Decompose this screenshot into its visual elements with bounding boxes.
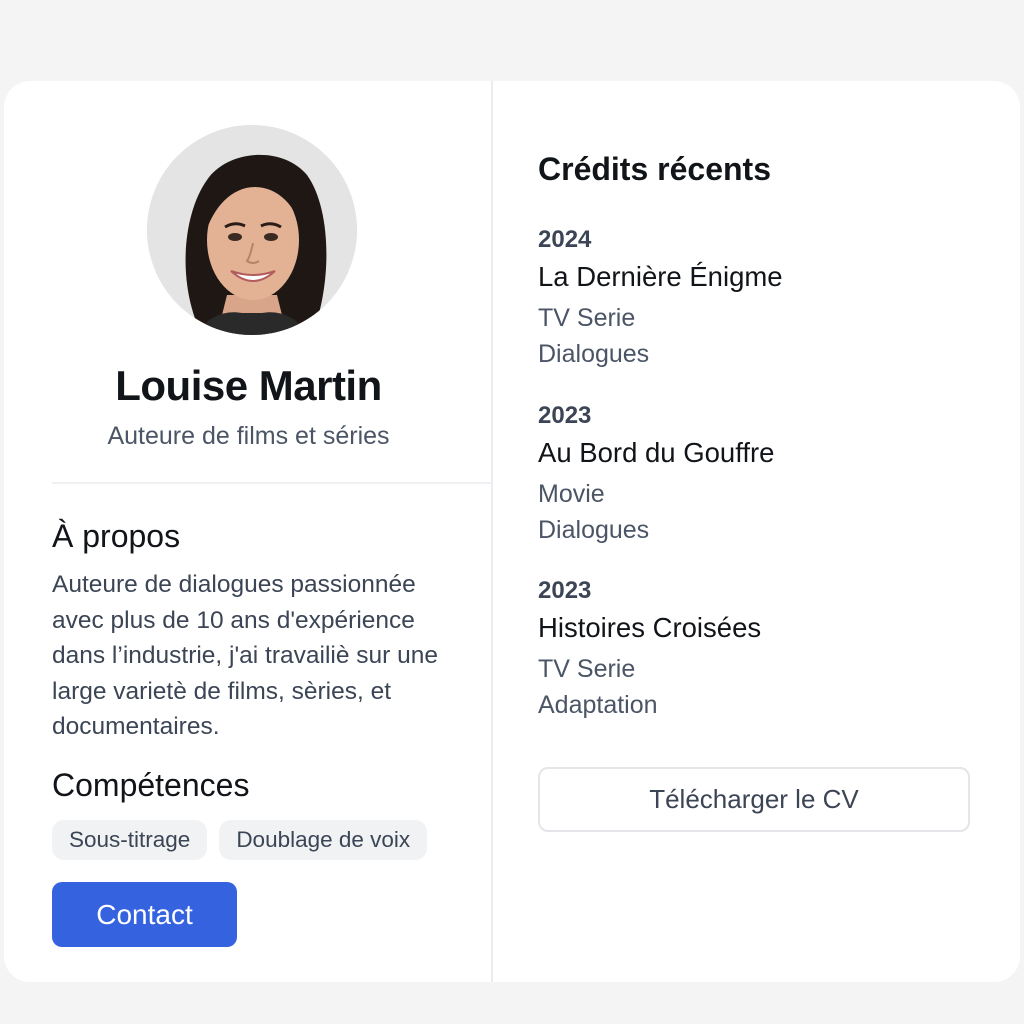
credit-job: Adaptation (538, 691, 658, 719)
about-text: Auteure de dialogues passionnée avec plu… (52, 571, 438, 740)
skill-chip: Sous-titrage (52, 820, 208, 860)
skills-title: Compétences (52, 767, 250, 803)
credit-year: 2023 (538, 402, 592, 429)
profile-name: Louise Martin (115, 362, 382, 409)
contact-button[interactable]: Contact (52, 882, 237, 947)
avatar (147, 125, 357, 335)
credit-year: 2024 (538, 226, 592, 253)
credit-item: 2023 Histoires Croisées TV Serie Adaptat… (538, 574, 761, 723)
credit-year: 2023 (538, 577, 592, 604)
credit-title: La Dernière Énigme (538, 261, 783, 292)
credit-type: TV Serie (538, 655, 636, 683)
download-cv-button[interactable]: Télécharger le CV (538, 767, 970, 832)
credit-title: Au Bord du Gouffre (538, 437, 775, 468)
skill-chip: Doublage de voix (219, 820, 428, 860)
credit-item: 2023 Au Bord du Gouffre Movie Dialogues (538, 399, 774, 548)
credit-type: TV Serie (538, 304, 636, 332)
credit-job: Dialogues (538, 516, 650, 544)
profile-column: Louise Martin Auteure de films et séries… (4, 81, 493, 982)
avatar-portrait (147, 125, 357, 335)
credit-type: Movie (538, 480, 605, 508)
credits-column: Crédits récents 2024 La Dernière Énigme … (493, 81, 1020, 982)
profile-card: Louise Martin Auteure de films et séries… (4, 81, 1020, 982)
about-title: À propos (52, 518, 181, 554)
skills-list: Sous-titrage Doublage de voix (52, 820, 428, 860)
credit-job: Dialogues (538, 340, 650, 368)
profile-role: Auteure de films et séries (107, 422, 390, 450)
divider (52, 482, 491, 484)
credits-title: Crédits récents (538, 151, 771, 187)
credit-item: 2024 La Dernière Énigme TV Serie Dialogu… (538, 223, 783, 372)
credit-title: Histoires Croisées (538, 612, 762, 643)
